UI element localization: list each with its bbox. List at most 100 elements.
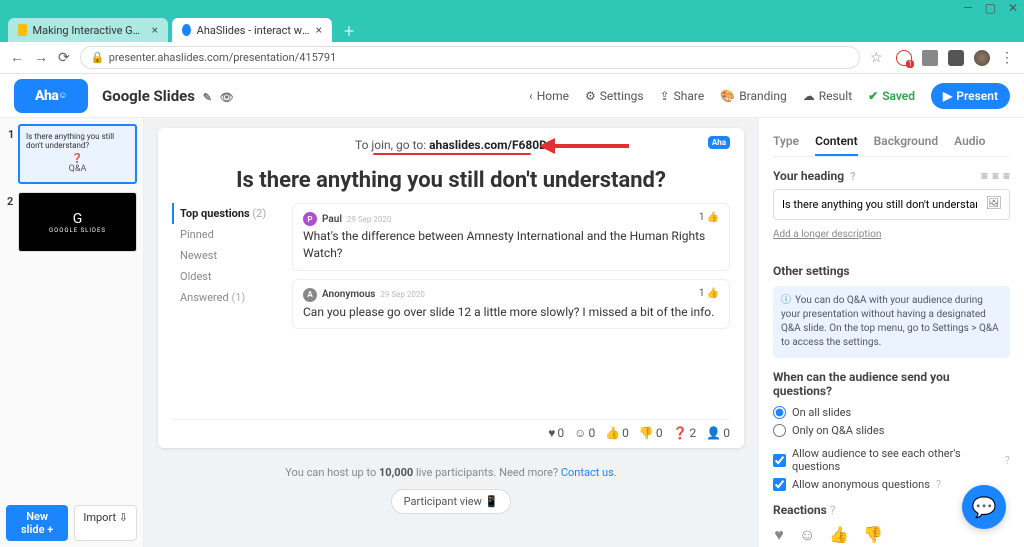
stat-smile: ☺0 <box>574 426 595 440</box>
align-right-icon[interactable]: ≡ <box>1003 169 1010 183</box>
qa-question-item[interactable]: P Paul 29 Sep 2020 What's the difference… <box>292 203 730 271</box>
new-tab-button[interactable]: + <box>336 21 362 42</box>
tab-audio[interactable]: Audio <box>954 128 985 156</box>
close-icon[interactable]: × <box>152 23 158 37</box>
user-avatar-icon: P <box>303 212 317 226</box>
radio-all-slides[interactable]: On all slides <box>773 406 1010 419</box>
align-center-icon[interactable]: ≡ <box>992 169 999 183</box>
close-icon[interactable]: × <box>316 23 322 37</box>
back-button[interactable]: ← <box>10 49 24 66</box>
favicon-icon <box>182 24 191 36</box>
browser-menu-icon[interactable]: ⋮ <box>1000 50 1014 66</box>
thumb-down-icon: 👎 <box>863 525 883 544</box>
person-icon: 👤 <box>706 426 721 440</box>
adblock-icon[interactable] <box>896 50 912 66</box>
browser-tab-active[interactable]: AhaSlides - interact with your au × <box>172 18 332 42</box>
filter-oldest[interactable]: Oldest <box>172 266 282 287</box>
qa-filter-list: Top questions (2) Pinned Newest Oldest A… <box>172 203 282 419</box>
participant-view-button[interactable]: Participant view 📱 <box>391 489 512 514</box>
help-icon[interactable]: ? <box>830 503 836 517</box>
smile-icon: ☺ <box>799 525 815 545</box>
filter-answered[interactable]: Answered (1) <box>172 287 282 308</box>
help-icon[interactable]: ? <box>850 170 855 183</box>
slide-canvas: To join, go to: ahaslides.com/F680D Aha … <box>158 128 744 448</box>
reaction-thumbup[interactable]: 👍 <box>829 525 849 547</box>
slide-thumbnail-panel: 1 Is there anything you still don't unde… <box>0 118 144 547</box>
forward-button[interactable]: → <box>34 49 48 66</box>
question-icon: ❓ <box>673 426 688 440</box>
window-minimize[interactable]: — <box>963 1 972 15</box>
browser-tab[interactable]: Making Interactive Google Slides × <box>8 18 168 42</box>
filter-pinned[interactable]: Pinned <box>172 224 282 245</box>
help-icon[interactable]: ? <box>1005 454 1010 467</box>
nav-share[interactable]: ⇪Share <box>660 89 705 103</box>
qa-question-item[interactable]: A Anonymous 29 Sep 2020 Can you please g… <box>292 279 730 330</box>
question-text: What's the difference between Amnesty In… <box>303 228 719 262</box>
present-button[interactable]: ▶Present <box>931 83 1010 109</box>
like-count[interactable]: 1👍 <box>699 212 719 223</box>
ahaslides-logo[interactable]: Aha☺ <box>14 79 88 113</box>
image-icon[interactable]: 🖼 <box>985 196 1002 211</box>
nav-branding[interactable]: 🎨Branding <box>720 89 786 103</box>
smile-icon: ☺ <box>574 426 586 440</box>
thumb-number: 1 <box>8 128 14 141</box>
new-slide-button[interactable]: New slide + <box>6 505 68 541</box>
stat-questions: ❓2 <box>673 426 697 440</box>
extension-icon[interactable] <box>922 50 938 66</box>
heading-input[interactable] <box>773 189 1010 220</box>
tab-content[interactable]: Content <box>815 128 858 156</box>
tab-title: AhaSlides - interact with your au <box>197 24 310 37</box>
os-titlebar: — ▢ ✕ <box>0 0 1024 16</box>
reaction-smile[interactable]: ☺ <box>799 525 815 547</box>
window-maximize[interactable]: ▢ <box>985 1 996 15</box>
post-date: 29 Sep 2020 <box>380 290 424 299</box>
help-icon[interactable]: ? <box>936 478 941 491</box>
nav-settings[interactable]: ⚙Settings <box>585 89 644 103</box>
author-name: Paul <box>322 214 342 225</box>
lock-icon: 🔒 <box>91 51 105 64</box>
window-close[interactable]: ✕ <box>1008 1 1018 15</box>
thumb-up-icon: 👍 <box>829 525 849 544</box>
visibility-icon[interactable]: 👁 <box>220 91 234 104</box>
edit-icon[interactable]: ✎ <box>203 91 212 104</box>
thumb-down-icon: 👎 <box>639 426 654 440</box>
url-field[interactable]: 🔒 presenter.ahaslides.com/presentation/4… <box>80 46 860 69</box>
thumb-up-icon: 👍 <box>707 212 719 223</box>
tab-type[interactable]: Type <box>773 128 799 156</box>
slide-thumbnail-1[interactable]: 1 Is there anything you still don't unde… <box>18 124 137 184</box>
post-date: 29 Sep 2020 <box>347 215 391 224</box>
reload-button[interactable]: ⟳ <box>58 50 70 66</box>
qa-icon: ❓Q&A <box>26 154 129 174</box>
thumb-title: GOOGLE SLIDES <box>49 227 106 234</box>
page-title: Google Slides ✎ 👁 <box>102 87 234 105</box>
thumb-number: 2 <box>7 195 13 208</box>
heading-label: Your heading? ≡ ≡ ≡ <box>773 169 1010 183</box>
contact-link[interactable]: Contact us. <box>561 466 617 479</box>
radio-qa-slides[interactable]: Only on Q&A slides <box>773 424 1010 437</box>
gear-icon: ⚙ <box>585 89 596 103</box>
add-description-link[interactable]: Add a longer description <box>773 229 881 240</box>
play-icon: ▶ <box>943 89 952 103</box>
nav-home[interactable]: ‹Home <box>529 89 569 103</box>
stat-thumbup: 👍0 <box>605 426 629 440</box>
align-left-icon[interactable]: ≡ <box>981 169 988 183</box>
filter-newest[interactable]: Newest <box>172 245 282 266</box>
reaction-heart[interactable]: ♥ <box>773 525 785 547</box>
host-note: You can host up to 10,000 live participa… <box>158 466 744 479</box>
annotation-arrow <box>539 139 629 151</box>
extensions-menu-icon[interactable] <box>948 50 964 66</box>
reaction-thumbdown[interactable]: 👎 <box>863 525 883 547</box>
profile-avatar-icon[interactable] <box>974 50 990 66</box>
import-button[interactable]: Import ⇩ <box>74 505 137 541</box>
bookmark-icon[interactable]: ☆ <box>870 50 886 66</box>
chat-support-button[interactable]: 💬 <box>962 485 1006 529</box>
slide-thumbnail-2[interactable]: 2 G GOOGLE SLIDES <box>18 192 137 252</box>
phone-icon: 📱 <box>485 495 499 508</box>
browser-address-bar: ← → ⟳ 🔒 presenter.ahaslides.com/presenta… <box>0 42 1024 74</box>
checkbox-see-others[interactable]: Allow audience to see each other's quest… <box>773 447 1010 473</box>
nav-result[interactable]: ☁Result <box>803 89 852 103</box>
stat-thumbdown: 👎0 <box>639 426 663 440</box>
filter-top-questions[interactable]: Top questions (2) <box>172 203 282 224</box>
like-count[interactable]: 1👍 <box>699 288 719 299</box>
tab-background[interactable]: Background <box>874 128 938 156</box>
